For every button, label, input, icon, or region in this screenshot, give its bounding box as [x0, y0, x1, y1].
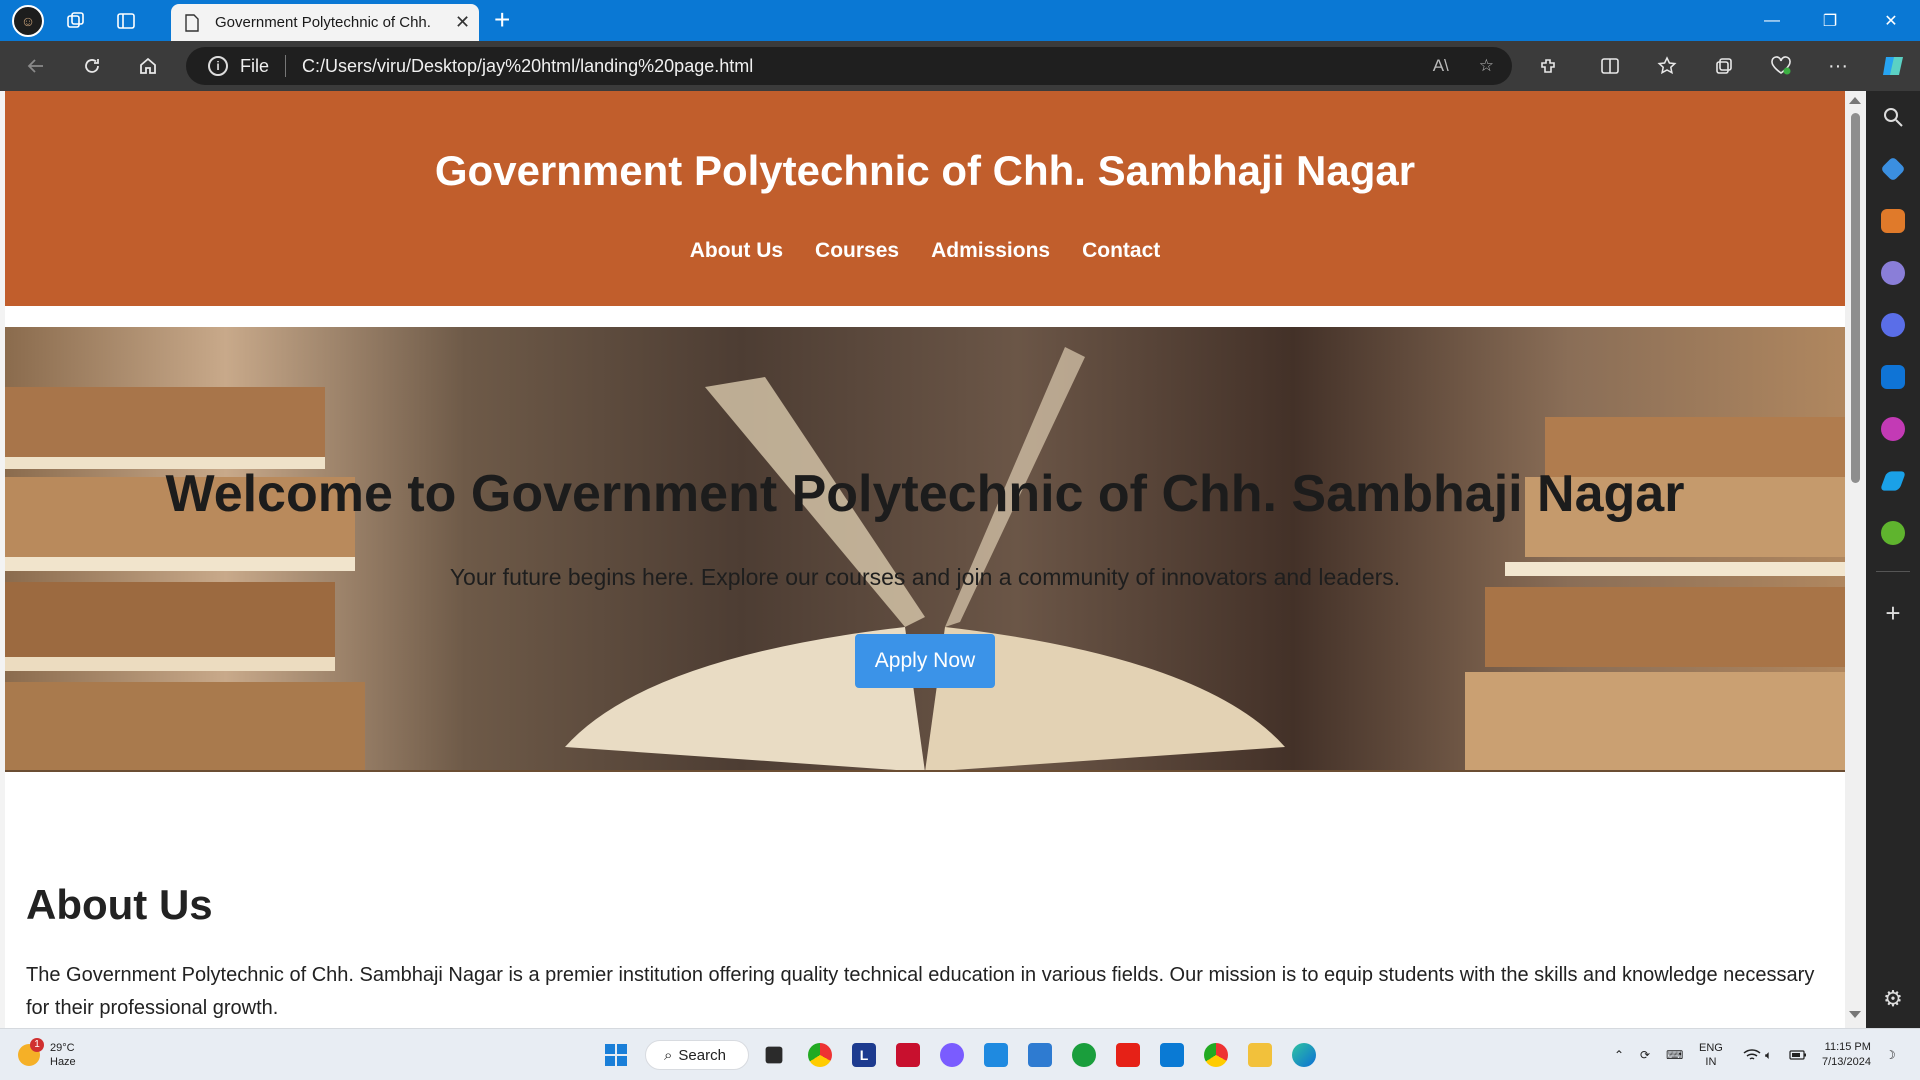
address-scheme: File: [240, 55, 270, 76]
lang-bottom: IN: [1705, 1056, 1717, 1068]
tray-sync-icon[interactable]: ⟳: [1640, 1029, 1650, 1080]
sidebar-copilot-icon[interactable]: [1881, 313, 1905, 337]
sidebar-shopping-tag-icon[interactable]: [1880, 156, 1906, 182]
browser-title-bar: ☺ Government Polytechnic of Chh. ✕ + — ❐…: [0, 0, 1920, 41]
clock-date: 7/13/2024: [1822, 1056, 1871, 1068]
about-heading: About Us: [26, 881, 213, 928]
file-explorer-icon[interactable]: [1248, 1043, 1272, 1067]
start-windows-icon[interactable]: [604, 1043, 628, 1067]
address-url[interactable]: C:/Users/viru/Desktop/jay%20html/landing…: [302, 56, 753, 77]
wifi-icon[interactable]: [1743, 1029, 1761, 1080]
sidebar-send-icon[interactable]: [1879, 471, 1907, 491]
battery-icon[interactable]: [1789, 1029, 1807, 1080]
copilot-app-icon[interactable]: [940, 1043, 964, 1067]
store-icon[interactable]: [1028, 1043, 1052, 1067]
copilot-icon[interactable]: [1873, 41, 1913, 91]
sidebar-divider: [1876, 571, 1910, 572]
search-icon: ⌕: [664, 1046, 673, 1064]
new-tab-icon[interactable]: +: [494, 6, 510, 34]
launcher-l-icon[interactable]: L: [852, 1043, 876, 1067]
hero-title: Welcome to Government Polytechnic of Chh…: [165, 465, 1685, 523]
vertical-tabs-icon[interactable]: [108, 6, 144, 36]
mail-icon[interactable]: [984, 1043, 1008, 1067]
extensions-icon[interactable]: [1528, 41, 1568, 91]
volume-icon[interactable]: 🔈︎: [1765, 1029, 1772, 1080]
tray-keyboard-icon[interactable]: ⌨: [1666, 1029, 1683, 1080]
hero-banner: Welcome to Government Polytechnic of Chh…: [5, 327, 1845, 772]
tray-language[interactable]: ENG IN: [1699, 1029, 1723, 1080]
taskbar-search-box[interactable]: ⌕ Search: [645, 1040, 749, 1070]
site-nav: About Us Courses Admissions Contact: [5, 239, 1845, 263]
refresh-icon[interactable]: [72, 41, 112, 91]
chrome-profile-icon[interactable]: [1204, 1043, 1228, 1067]
workspaces-icon[interactable]: [58, 6, 94, 36]
apply-now-button[interactable]: Apply Now: [855, 634, 995, 688]
more-menu-icon[interactable]: ···: [1818, 41, 1858, 91]
hero-subtitle: Your future begins here. Explore our cou…: [449, 564, 1401, 590]
scroll-thumb[interactable]: [1851, 113, 1860, 483]
taskbar-search-label: Search: [678, 1046, 726, 1064]
page-icon: [185, 13, 201, 32]
split-screen-icon[interactable]: [1590, 41, 1630, 91]
site-title: Government Polytechnic of Chh. Sambhaji …: [434, 147, 1416, 194]
profile-avatar[interactable]: ☺: [12, 4, 44, 37]
lang-top: ENG: [1699, 1042, 1723, 1054]
mcafee-icon[interactable]: [896, 1043, 920, 1067]
clock-time: 11:15 PM: [1824, 1041, 1871, 1053]
sidebar-outlook-icon[interactable]: [1881, 365, 1905, 389]
windows-taskbar: 1 29°C Haze ⌕ Search L ⌃ ⟳ ⌨ ENG IN 🔈︎ 1…: [0, 1028, 1920, 1080]
site-header: Government Polytechnic of Chh. Sambhaji …: [5, 91, 1845, 306]
scroll-up-arrow-icon[interactable]: [1849, 97, 1861, 104]
collections-icon[interactable]: [1704, 41, 1744, 91]
tab-title: Government Polytechnic of Chh.: [215, 14, 431, 31]
browser-toolbar: i File C:/Users/viru/Desktop/jay%20html/…: [0, 41, 1920, 91]
weather-temp: 29°C: [50, 1042, 75, 1054]
minimize-icon[interactable]: —: [1743, 0, 1801, 41]
about-section: About Us The Government Polytechnic of C…: [26, 881, 1816, 1025]
xbox-icon[interactable]: [1072, 1043, 1096, 1067]
address-bar[interactable]: i File C:/Users/viru/Desktop/jay%20html/…: [186, 47, 1512, 85]
youtube-icon[interactable]: [1116, 1043, 1140, 1067]
sidebar-settings-icon[interactable]: ⚙: [1881, 987, 1905, 1011]
nav-link-courses[interactable]: Courses: [815, 239, 899, 263]
browser-essentials-icon[interactable]: [1761, 41, 1801, 91]
chrome-icon[interactable]: [808, 1043, 832, 1067]
weather-badge: 1: [30, 1038, 44, 1052]
sidebar-tools-icon[interactable]: [1881, 209, 1905, 233]
close-window-icon[interactable]: ✕: [1862, 0, 1920, 41]
favorite-star-icon[interactable]: ☆: [1479, 56, 1494, 76]
nav-link-about-us[interactable]: About Us: [690, 239, 783, 263]
sidebar-games-icon[interactable]: [1881, 261, 1905, 285]
nav-link-contact[interactable]: Contact: [1082, 239, 1160, 263]
info-icon[interactable]: i: [208, 56, 228, 76]
sidebar-add-icon[interactable]: +: [1881, 600, 1905, 626]
read-aloud-icon[interactable]: A\: [1433, 56, 1449, 76]
tab-active[interactable]: Government Polytechnic of Chh. ✕: [171, 4, 479, 41]
scroll-down-arrow-icon[interactable]: [1849, 1011, 1861, 1018]
home-icon[interactable]: [128, 41, 168, 91]
task-view-icon[interactable]: [765, 1046, 783, 1064]
favorites-icon[interactable]: [1647, 41, 1687, 91]
sidebar-search-icon[interactable]: [1881, 105, 1905, 129]
vscode-icon[interactable]: [1160, 1043, 1184, 1067]
page-scrollbar[interactable]: [1845, 91, 1866, 1028]
weather-sun-icon: 1: [18, 1038, 44, 1066]
close-tab-icon[interactable]: ✕: [455, 12, 470, 33]
sidebar-drop-icon[interactable]: [1881, 521, 1905, 545]
restore-icon[interactable]: ❐: [1801, 0, 1859, 41]
edge-sidebar: + ⚙: [1866, 91, 1920, 1028]
weather-desc: Haze: [50, 1056, 76, 1068]
about-text: The Government Polytechnic of Chh. Sambh…: [26, 964, 1815, 1019]
address-divider: [285, 55, 287, 77]
back-icon[interactable]: [16, 41, 56, 91]
tray-chevron-icon[interactable]: ⌃: [1614, 1029, 1624, 1080]
nav-link-admissions[interactable]: Admissions: [931, 239, 1050, 263]
notifications-icon[interactable]: ☽: [1885, 1029, 1896, 1080]
weather-widget[interactable]: 1 29°C Haze: [18, 1038, 76, 1069]
tray-clock[interactable]: 11:15 PM 7/13/2024: [1822, 1029, 1871, 1080]
sidebar-designer-icon[interactable]: [1881, 417, 1905, 441]
page-viewport: Government Polytechnic of Chh. Sambhaji …: [5, 91, 1845, 1028]
edge-icon[interactable]: [1292, 1043, 1316, 1067]
